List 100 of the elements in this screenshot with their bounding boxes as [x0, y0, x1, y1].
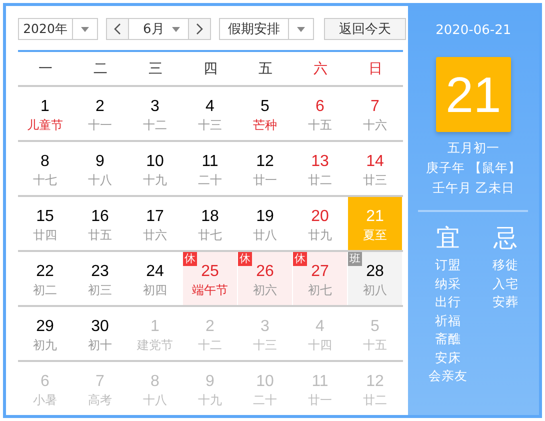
lunar-date: 初七: [308, 282, 332, 298]
lunar-date: 十三: [253, 337, 277, 353]
lunar-date: 十一: [88, 117, 112, 133]
day-cell[interactable]: 24 初四: [128, 252, 182, 305]
day-number: 12: [256, 152, 274, 172]
suitable-item: 安床: [434, 348, 461, 366]
lunar-date: 廿九: [308, 227, 332, 243]
day-number: 28: [366, 262, 384, 282]
day-cell[interactable]: 2 十一: [73, 87, 127, 140]
day-number: 6: [40, 372, 50, 392]
lunar-date: 端午节: [192, 282, 228, 298]
day-number: 24: [146, 262, 164, 282]
day-cell[interactable]: 休 26 初六: [238, 252, 292, 305]
day-cell[interactable]: 11 二十: [183, 142, 237, 195]
day-cell[interactable]: 29 初九: [18, 307, 72, 360]
day-cell[interactable]: 23 初三: [73, 252, 127, 305]
rest-day-badge: 休: [238, 252, 252, 266]
holiday-select[interactable]: 假期安排: [219, 18, 314, 40]
year-ganzhi: 庚子年 【鼠年】: [426, 159, 521, 177]
month-select[interactable]: 6月: [106, 18, 211, 40]
day-number: 29: [36, 317, 54, 337]
lunar-date: 十二: [143, 117, 167, 133]
day-cell[interactable]: 16 廿五: [73, 197, 127, 250]
lunar-date: 廿一: [253, 172, 277, 188]
day-cell[interactable]: 4 十三: [183, 87, 237, 140]
work-day-badge: 班: [348, 252, 362, 266]
day-cell[interactable]: 15 廿四: [18, 197, 72, 250]
lunar-date: 高考: [88, 392, 112, 408]
lunar-date: 十三: [198, 117, 222, 133]
day-cell[interactable]: 18 廿七: [183, 197, 237, 250]
day-number: 16: [91, 207, 109, 227]
lunar-date: 十五: [308, 117, 332, 133]
lunar-date: 二十: [198, 172, 222, 188]
lunar-date: 二十: [253, 392, 277, 408]
day-number: 26: [256, 262, 274, 282]
weekday-header: 一: [38, 60, 54, 78]
lunar-date: 廿二: [308, 172, 332, 188]
day-number: 6: [316, 97, 324, 117]
day-cell[interactable]: 14 廿三: [348, 142, 402, 195]
day-cell[interactable]: 7 十六: [348, 87, 402, 140]
day-number: 19: [256, 207, 274, 227]
year-select[interactable]: 2020年: [18, 18, 98, 40]
day-cell[interactable]: 休 25 端午节: [183, 252, 237, 305]
day-number: 23: [91, 262, 109, 282]
day-number: 4: [206, 97, 214, 117]
month-day-ganzhi: 壬午月 乙未日: [432, 179, 514, 197]
day-cell[interactable]: 6 十五: [293, 87, 347, 140]
suitable-heading: 宜: [436, 223, 460, 254]
suitable-item: 出行: [434, 293, 461, 311]
day-cell[interactable]: 12 廿一: [238, 142, 292, 195]
day-number: 8: [150, 372, 160, 392]
suitable-item: 订盟: [434, 256, 461, 274]
day-cell[interactable]: 班 28 初八: [348, 252, 402, 305]
day-cell[interactable]: 1 儿童节: [18, 87, 72, 140]
chevron-left-icon: [114, 23, 121, 35]
lunar-date: 廿六: [143, 227, 167, 243]
day-number: 8: [40, 152, 50, 172]
day-cell[interactable]: 休 27 初七: [293, 252, 347, 305]
rest-day-badge: 休: [293, 252, 307, 266]
day-cell[interactable]: 20 廿九: [293, 197, 347, 250]
day-cell[interactable]: 13 廿二: [293, 142, 347, 195]
lunar-date: 廿七: [198, 227, 222, 243]
day-number: 17: [146, 207, 164, 227]
caret-icon: [81, 26, 89, 32]
back-to-today-button[interactable]: 返回今天: [324, 18, 406, 40]
day-number: 14: [366, 152, 384, 172]
day-cell[interactable]: 5 芒种: [238, 87, 292, 140]
lunar-date: 廿五: [88, 227, 112, 243]
suitable-item: 会亲友: [428, 367, 468, 385]
weekday-header: 二: [92, 60, 108, 78]
suitable-item: 祈福: [434, 312, 461, 330]
day-cell[interactable]: 22 初二: [18, 252, 72, 305]
avoid-item: 入宅: [492, 274, 518, 292]
day-number: 20: [311, 207, 329, 227]
weekday-header: 六: [312, 60, 328, 78]
day-cell[interactable]: 10 十九: [128, 142, 182, 195]
day-number: 15: [36, 207, 54, 227]
day-cell[interactable]: 8 十七: [18, 142, 72, 195]
day-cell[interactable]: 19 廿八: [238, 197, 292, 250]
lunar-date: 十四: [308, 337, 332, 353]
day-cell[interactable]: 3 十二: [128, 87, 182, 140]
day-number: 22: [36, 262, 54, 282]
suitable-item: 纳采: [434, 274, 461, 292]
next-month-button[interactable]: [188, 19, 210, 39]
chevron-right-icon: [196, 23, 203, 35]
lunar-date: 十八: [143, 392, 167, 408]
previous-month-button[interactable]: [107, 19, 129, 39]
day-number: 7: [370, 97, 380, 117]
day-cell[interactable]: 17 廿六: [128, 197, 182, 250]
day-cell[interactable]: 30 初十: [73, 307, 127, 360]
lunar-date: 十二: [198, 337, 222, 353]
lunar-date: 廿三: [363, 172, 387, 188]
day-number: 27: [311, 262, 329, 282]
day-number: 10: [256, 372, 274, 392]
lunar-date: 初四: [143, 282, 167, 298]
day-number: 7: [96, 372, 104, 392]
day-number: 1: [150, 317, 160, 337]
day-cell[interactable]: 9 十八: [73, 142, 127, 195]
lunar-date: 夏至: [363, 227, 387, 243]
weekday-header: 三: [148, 60, 164, 78]
